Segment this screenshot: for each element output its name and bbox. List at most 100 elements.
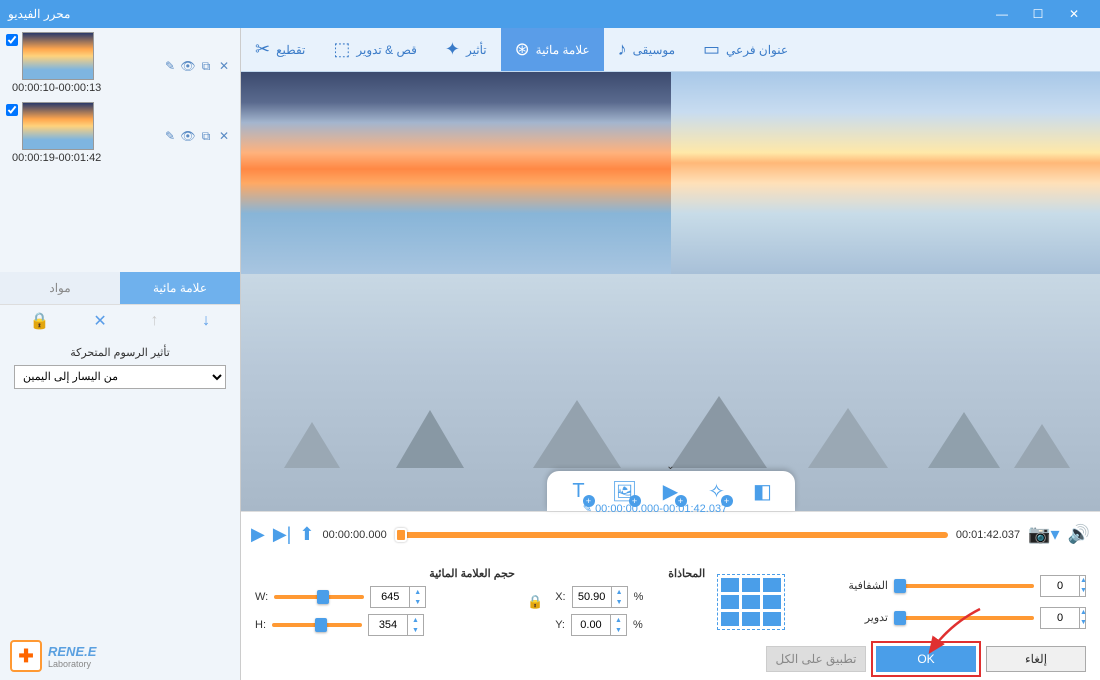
tool-crop-rotate[interactable]: ⬚قص & تدوير xyxy=(319,28,431,71)
spinner-down[interactable]: ▼ xyxy=(408,625,423,635)
minimize-button[interactable]: — xyxy=(984,0,1020,28)
animation-effect-select[interactable]: من اليسار إلى اليمين xyxy=(14,365,226,389)
size-header: حجم العلامة المائية xyxy=(255,567,515,580)
spinner-up[interactable]: ▲ xyxy=(1080,608,1087,618)
cancel-button[interactable]: إلغاء xyxy=(986,646,1086,672)
align-bc[interactable] xyxy=(742,612,760,626)
clip-time: 00:00:19-00:01:42 xyxy=(8,150,236,166)
edit-icon[interactable]: ✎ xyxy=(162,128,178,144)
opacity-slider[interactable] xyxy=(894,584,1034,588)
align-tr[interactable] xyxy=(763,578,781,592)
timeline: ▶ ▶| ⬆ 00:00:00.000 ✎ 00:00:00.000-00:01… xyxy=(241,511,1100,557)
tool-watermark[interactable]: ⊛علامة مائية xyxy=(501,28,604,71)
ok-button[interactable]: OK xyxy=(876,646,976,672)
height-label: H: xyxy=(255,619,266,631)
eye-icon[interactable]: 👁 xyxy=(180,128,196,144)
clip-time: 00:00:10-00:00:13 xyxy=(8,80,236,96)
step-button[interactable]: ▶| xyxy=(273,524,292,545)
preview-area: ⌄ T+ 🖼+ ▶+ ✧+ ◧ xyxy=(241,72,1100,511)
edit-icon[interactable]: ✎ xyxy=(162,58,178,74)
move-down-icon[interactable]: ↓ xyxy=(202,312,210,330)
apply-all-button[interactable]: تطبيق على الكل xyxy=(766,646,866,672)
align-tl[interactable] xyxy=(721,578,739,592)
spinner-up[interactable]: ▲ xyxy=(1080,576,1087,586)
height-spinner[interactable]: ▲▼ xyxy=(368,614,424,636)
timeline-track[interactable]: ✎ 00:00:00.000-00:01:42.037 xyxy=(395,532,948,538)
spinner-down[interactable]: ▼ xyxy=(410,597,425,607)
close-button[interactable]: ✕ xyxy=(1056,0,1092,28)
height-slider[interactable] xyxy=(272,623,362,627)
rotation-slider[interactable] xyxy=(894,616,1034,620)
preview-frame xyxy=(671,72,1100,274)
sparkle-icon: ✦ xyxy=(445,39,460,60)
clip-item[interactable]: ✎ 👁 ⧉ ✕ 00:00:19-00:01:42 xyxy=(4,102,236,166)
animation-effect-label: تأثير الرسوم المتحركة xyxy=(14,346,226,359)
copy-icon[interactable]: ⧉ xyxy=(198,58,214,74)
spinner-down[interactable]: ▼ xyxy=(1080,586,1087,596)
spinner-down[interactable]: ▼ xyxy=(1080,618,1087,628)
main-toolbar: ✂تقطيع ⬚قص & تدوير ✦تأثير ⊛علامة مائية ♪… xyxy=(241,28,1100,72)
clip-item[interactable]: ✎ 👁 ⧉ ✕ 00:00:10-00:00:13 xyxy=(4,32,236,96)
time-end: 00:01:42.037 xyxy=(956,529,1020,541)
delete-icon[interactable]: ✕ xyxy=(93,311,106,331)
clip-checkbox[interactable] xyxy=(6,104,18,116)
maximize-button[interactable]: ☐ xyxy=(1020,0,1056,28)
erase-button[interactable]: ◧ xyxy=(749,477,777,505)
timeline-handle[interactable] xyxy=(395,528,407,542)
x-spinner[interactable]: ▲▼ xyxy=(572,586,628,608)
spinner-up[interactable]: ▲ xyxy=(611,615,626,625)
eye-icon[interactable]: 👁 xyxy=(180,58,196,74)
reel-icon: ⊛ xyxy=(515,39,530,60)
spinner-down[interactable]: ▼ xyxy=(611,625,626,635)
spinner-up[interactable]: ▲ xyxy=(410,587,425,597)
export-icon[interactable]: ⬆ xyxy=(299,524,314,545)
clip-thumbnail[interactable] xyxy=(22,32,94,80)
camera-icon[interactable]: 📷▾ xyxy=(1028,524,1059,545)
copy-icon[interactable]: ⧉ xyxy=(198,128,214,144)
dialog-buttons: تطبيق على الكل OK إلغاء xyxy=(241,646,1100,680)
clip-thumbnail[interactable] xyxy=(22,102,94,150)
align-br[interactable] xyxy=(763,612,781,626)
tool-cut[interactable]: ✂تقطيع xyxy=(241,28,319,71)
spinner-down[interactable]: ▼ xyxy=(612,597,627,607)
align-mc[interactable] xyxy=(742,595,760,609)
chevron-down-icon[interactable]: ⌄ xyxy=(666,461,674,472)
scissors-icon: ✂ xyxy=(255,39,270,60)
tool-subtitle[interactable]: ▭عنوان فرعي xyxy=(689,28,802,71)
opacity-spinner[interactable]: ▲▼ xyxy=(1040,575,1086,597)
close-icon[interactable]: ✕ xyxy=(216,128,232,144)
tab-materials[interactable]: مواد xyxy=(0,272,120,304)
move-up-icon[interactable]: ↑ xyxy=(150,312,158,330)
titlebar: محرر الفيديو — ☐ ✕ xyxy=(0,0,1100,28)
aspect-lock-icon[interactable]: 🔒 xyxy=(527,594,543,610)
logo-text: RENE.E xyxy=(48,644,96,659)
align-mr[interactable] xyxy=(763,595,781,609)
align-bl[interactable] xyxy=(721,612,739,626)
sidebar: ✎ 👁 ⧉ ✕ 00:00:10-00:00:13 ✎ 👁 ⧉ ✕ 00:00:… xyxy=(0,28,241,680)
width-slider[interactable] xyxy=(274,595,364,599)
spinner-up[interactable]: ▲ xyxy=(612,587,627,597)
timeline-marker: ✎ 00:00:00.000-00:01:42.037 xyxy=(583,502,727,515)
rotation-label: تدوير xyxy=(865,611,888,624)
y-spinner[interactable]: ▲▼ xyxy=(571,614,627,636)
subtitle-icon: ▭ xyxy=(703,39,720,60)
clip-checkbox[interactable] xyxy=(6,34,18,46)
spinner-up[interactable]: ▲ xyxy=(408,615,423,625)
volume-icon[interactable]: 🔊 xyxy=(1068,524,1090,545)
align-tc[interactable] xyxy=(742,578,760,592)
alignment-grid[interactable] xyxy=(717,574,785,630)
play-button[interactable]: ▶ xyxy=(251,524,265,545)
close-icon[interactable]: ✕ xyxy=(216,58,232,74)
tab-watermark[interactable]: علامة مائية xyxy=(120,272,240,304)
logo-icon: ✚ xyxy=(10,640,42,672)
controls-panel: حجم العلامة المائية W: ▲▼ H: ▲▼ 🔒 المحاذ… xyxy=(241,557,1100,646)
crop-icon: ⬚ xyxy=(333,39,350,60)
rotation-spinner[interactable]: ▲▼ xyxy=(1040,607,1086,629)
clip-list: ✎ 👁 ⧉ ✕ 00:00:10-00:00:13 ✎ 👁 ⧉ ✕ 00:00:… xyxy=(0,28,240,272)
align-ml[interactable] xyxy=(721,595,739,609)
tool-music[interactable]: ♪موسيقى xyxy=(604,28,689,71)
tool-effect[interactable]: ✦تأثير xyxy=(431,28,501,71)
lock-icon[interactable]: 🔒 xyxy=(30,311,50,331)
width-label: W: xyxy=(255,591,268,603)
width-spinner[interactable]: ▲▼ xyxy=(370,586,426,608)
